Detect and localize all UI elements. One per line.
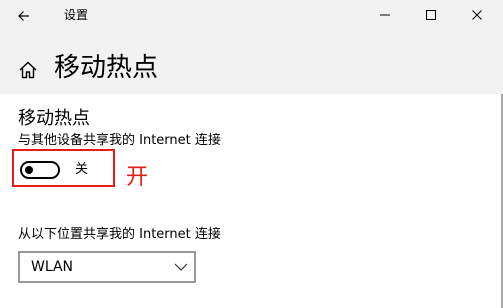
- maximize-button[interactable]: [408, 0, 454, 30]
- content-area: 移动热点 与其他设备共享我的 Internet 连接 关 开 从以下位置共享我的…: [0, 94, 503, 308]
- share-connection-label: 与其他设备共享我的 Internet 连接: [18, 133, 221, 148]
- home-button[interactable]: [18, 60, 38, 80]
- close-icon: [472, 10, 482, 20]
- section-title: 移动热点: [18, 108, 90, 129]
- home-icon: [19, 61, 37, 79]
- title-bar: 设置: [0, 0, 503, 32]
- back-arrow-icon: [18, 11, 29, 21]
- window-title: 设置: [64, 8, 89, 22]
- dropdown-selected-value: WLAN: [31, 259, 74, 275]
- page-title: 移动热点: [54, 53, 159, 83]
- annotation-text: 开: [126, 165, 149, 190]
- minimize-icon: [380, 14, 390, 16]
- share-from-label: 从以下位置共享我的 Internet 连接: [18, 227, 221, 242]
- close-button[interactable]: [454, 0, 500, 30]
- annotation-highlight-box: [12, 149, 115, 187]
- maximize-icon: [426, 10, 436, 20]
- chevron-down-icon: [174, 263, 188, 271]
- page-header: 移动热点: [0, 32, 503, 94]
- connection-dropdown[interactable]: WLAN: [18, 251, 196, 283]
- back-button[interactable]: [12, 4, 36, 28]
- minimize-button[interactable]: [362, 0, 408, 30]
